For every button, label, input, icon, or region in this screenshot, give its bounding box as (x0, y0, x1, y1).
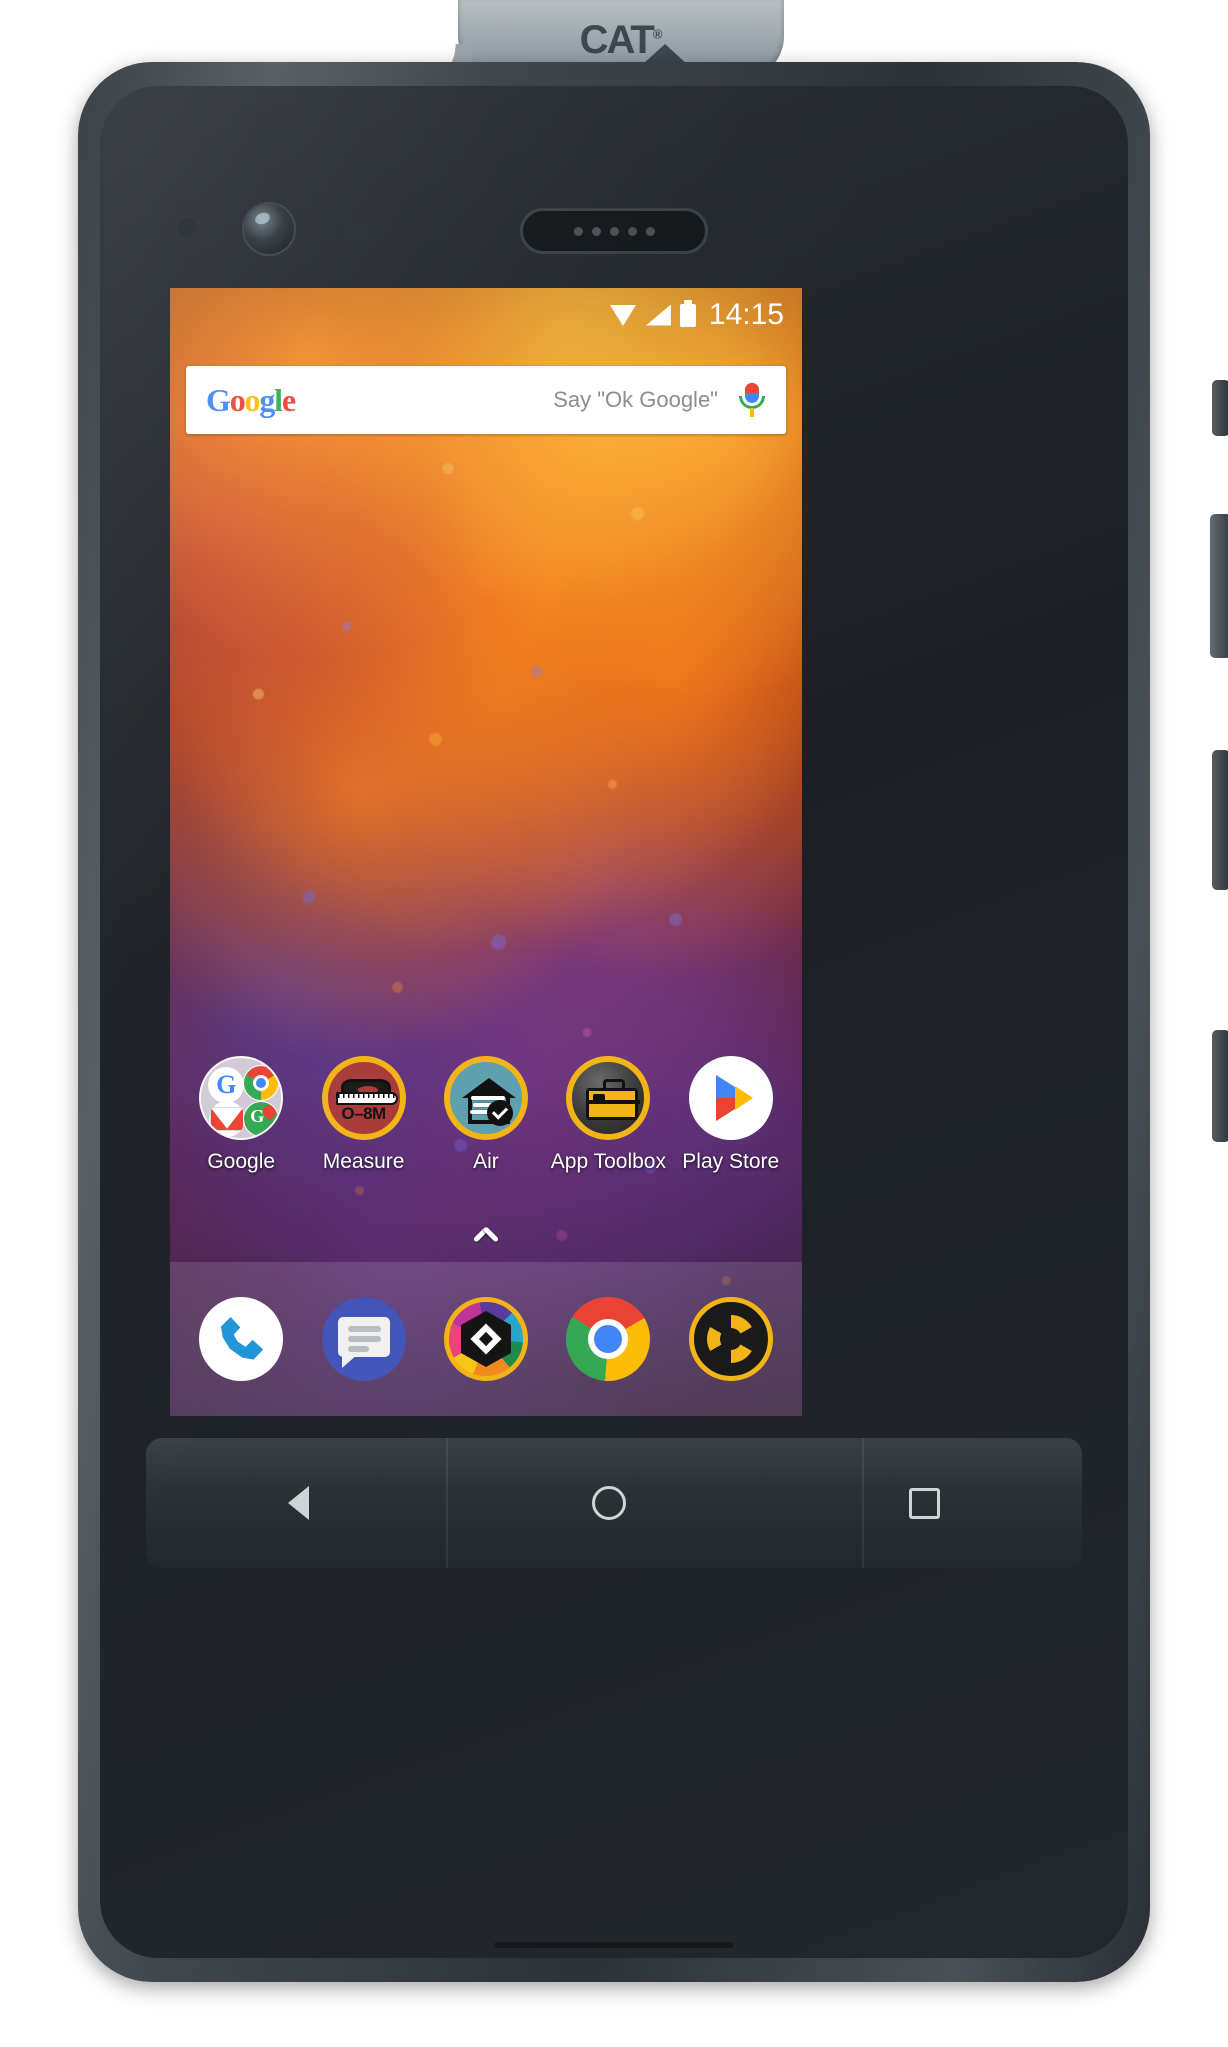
microphone-icon[interactable] (734, 380, 770, 420)
message-bubble-icon[interactable] (321, 1297, 406, 1381)
app-drawer-chevron-up-icon[interactable] (472, 1226, 500, 1242)
home-circle-icon[interactable] (591, 1486, 626, 1520)
light-sensor-icon (178, 218, 196, 236)
side-button-upper[interactable] (1212, 380, 1228, 436)
home-app-row: G Google O–8M Measure (170, 1056, 802, 1204)
app-google-folder[interactable]: G Google (185, 1056, 297, 1174)
earpiece-speaker (520, 208, 708, 254)
chrome-icon[interactable] (566, 1297, 651, 1381)
app-label: Measure (322, 1150, 405, 1173)
status-bar-clock: 14:15 (708, 298, 784, 331)
play-store-icon (688, 1056, 773, 1140)
gallery-hexagon-icon[interactable] (443, 1297, 528, 1381)
front-camera-icon (242, 202, 296, 256)
app-play-store[interactable]: Play Store (675, 1056, 787, 1174)
air-quality-app-icon (443, 1056, 528, 1140)
check-badge-icon (486, 1100, 513, 1126)
google-search-widget[interactable]: Google Say "Ok Google" (186, 366, 786, 434)
phone-screen[interactable]: 14:15 Google Say "Ok Google" G G Google … (170, 288, 802, 1416)
recents-square-icon[interactable] (909, 1487, 941, 1519)
app-air[interactable]: Air (430, 1056, 542, 1174)
side-button-lower[interactable] (1212, 1030, 1228, 1142)
app-toolbox[interactable]: App Toolbox (550, 1056, 666, 1174)
app-measure[interactable]: O–8M Measure (308, 1056, 420, 1174)
cell-signal-icon (645, 304, 671, 326)
google-logo: Google (206, 381, 296, 418)
status-bar[interactable]: 14:15 (170, 288, 802, 342)
app-toolbox-icon (566, 1056, 651, 1140)
screenshot-stage: CAT® 14:15 Google Say "Ok Google" G G Go… (0, 0, 1228, 2047)
camera-shutter-icon[interactable] (688, 1297, 773, 1381)
wallpaper-vignette (170, 288, 802, 1416)
cat-logo: CAT® (579, 18, 663, 62)
measure-app-icon: O–8M (321, 1056, 406, 1140)
navigation-bar (146, 1438, 1082, 1568)
dock (170, 1262, 802, 1416)
cat-triangle-mark (643, 44, 687, 64)
power-button[interactable] (1210, 514, 1228, 658)
app-label: Google (207, 1150, 276, 1173)
app-label: Air (473, 1150, 499, 1173)
navigation-chin (146, 1438, 1082, 1568)
back-triangle-icon[interactable] (287, 1486, 309, 1520)
google-folder-icon: G (199, 1056, 284, 1140)
app-label: App Toolbox (550, 1150, 666, 1173)
side-button-mid[interactable] (1212, 750, 1228, 890)
search-hint-text: Say "Ok Google" (553, 387, 718, 412)
bottom-speaker-grill (494, 1942, 734, 1948)
measure-badge-text: O–8M (341, 1104, 386, 1123)
phone-bezel: 14:15 Google Say "Ok Google" G G Google … (100, 86, 1128, 1958)
wifi-icon (609, 304, 637, 326)
battery-icon (679, 299, 696, 327)
app-label: Play Store (682, 1150, 780, 1173)
proximity-sensor-icon (344, 222, 378, 244)
phone-body: 14:15 Google Say "Ok Google" G G Google … (78, 62, 1228, 1982)
phone-handset-icon[interactable] (199, 1297, 284, 1381)
